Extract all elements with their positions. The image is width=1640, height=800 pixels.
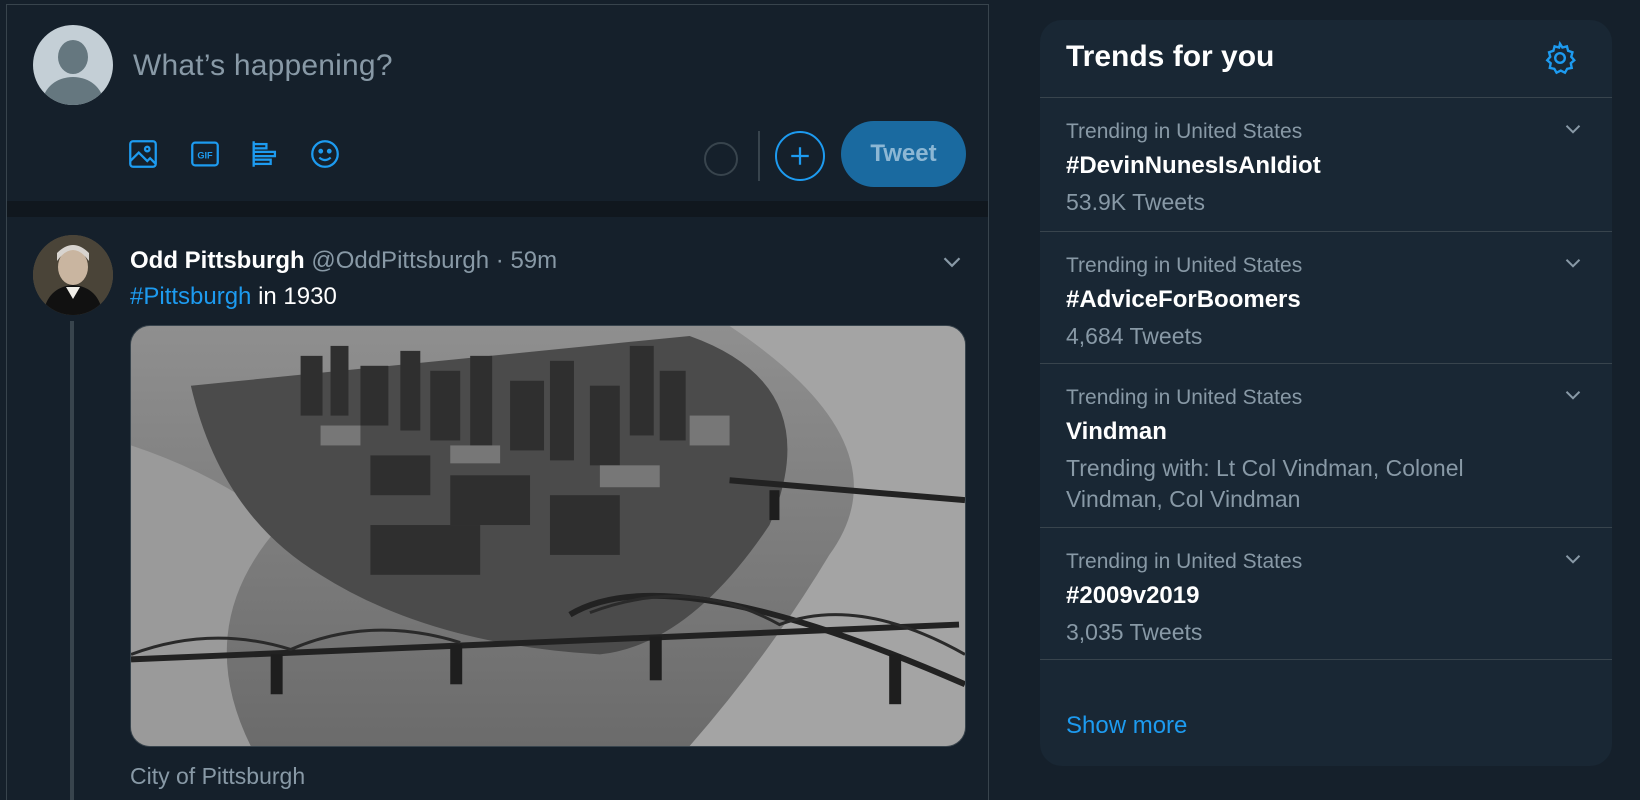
- trend-name[interactable]: Vindman: [1066, 418, 1167, 446]
- tweet-photo[interactable]: [130, 325, 966, 747]
- trend-tweet-count: 53.9K Tweets: [1066, 189, 1205, 215]
- chevron-down-icon[interactable]: [1560, 382, 1586, 408]
- add-thread-icon[interactable]: [775, 131, 825, 181]
- gear-icon[interactable]: [1542, 40, 1578, 76]
- poll-icon[interactable]: [247, 136, 283, 172]
- trend-name[interactable]: #AdviceForBoomers: [1066, 286, 1301, 314]
- tweet-card[interactable]: Odd Pittsburgh @OddPittsburgh · 59m #Pit…: [7, 217, 988, 800]
- timeline-column: What’s happening? GIF Tweet Odd Pittsbur…: [6, 4, 989, 800]
- trends-panel: Trends for you Trending in United States…: [1040, 20, 1612, 766]
- trend-item[interactable]: Trending in United States Vindman Trendi…: [1040, 364, 1612, 528]
- chevron-down-icon[interactable]: [1560, 250, 1586, 276]
- character-progress-ring: [704, 142, 738, 176]
- chevron-down-icon[interactable]: [1560, 546, 1586, 572]
- thread-line: [70, 321, 74, 800]
- trend-context: Trending in United States: [1066, 386, 1303, 409]
- author-handle-time[interactable]: @OddPittsburgh · 59m: [311, 247, 557, 274]
- trend-related-terms: Trending with: Lt Col Vindman, Colonel V…: [1066, 455, 1464, 512]
- section-separator: [7, 201, 988, 217]
- tweet-composer: What’s happening? GIF Tweet: [7, 5, 988, 201]
- trend-tweet-count: 4,684 Tweets: [1066, 323, 1203, 349]
- trend-context: Trending in United States: [1066, 550, 1303, 573]
- trend-item[interactable]: Trending in United States #AdviceForBoom…: [1040, 232, 1612, 364]
- hashtag-link[interactable]: #Pittsburgh: [130, 283, 251, 310]
- page: What’s happening? GIF Tweet Odd Pittsbur…: [0, 0, 1640, 800]
- author-avatar[interactable]: [33, 235, 113, 315]
- composer-divider: [758, 131, 760, 181]
- author-name[interactable]: Odd Pittsburgh: [130, 247, 305, 274]
- avatar-head-shape: [58, 40, 88, 74]
- compose-input[interactable]: What’s happening?: [133, 49, 393, 83]
- trend-name[interactable]: #DevinNunesIsAnIdiot: [1066, 152, 1321, 180]
- show-more-link[interactable]: Show more: [1066, 712, 1187, 740]
- gif-icon[interactable]: GIF: [187, 136, 223, 172]
- trends-title: Trends for you: [1066, 40, 1275, 73]
- user-avatar[interactable]: [33, 25, 113, 105]
- image-icon[interactable]: [125, 136, 161, 172]
- tweet-text-rest: in 1930: [251, 283, 337, 310]
- gif-icon-label: GIF: [197, 150, 213, 160]
- trend-context: Trending in United States: [1066, 120, 1303, 143]
- trend-item[interactable]: Trending in United States #2009v2019 3,0…: [1040, 528, 1612, 660]
- tweet-text: #Pittsburgh in 1930: [130, 283, 337, 311]
- avatar-body-shape: [43, 77, 103, 105]
- chevron-down-icon[interactable]: [1560, 116, 1586, 142]
- photo-source[interactable]: City of Pittsburgh: [130, 763, 305, 790]
- chevron-down-icon[interactable]: [937, 247, 967, 277]
- aerial-city-photo: [131, 326, 965, 746]
- trend-tweet-count: 3,035 Tweets: [1066, 619, 1203, 645]
- trend-item[interactable]: Trending in United States #DevinNunesIsA…: [1040, 98, 1612, 232]
- emoji-icon[interactable]: [307, 136, 343, 172]
- tweet-button[interactable]: Tweet: [841, 121, 966, 187]
- trend-name[interactable]: #2009v2019: [1066, 582, 1199, 610]
- trend-context: Trending in United States: [1066, 254, 1303, 277]
- trends-header: Trends for you: [1040, 20, 1612, 98]
- author-portrait-image: [33, 235, 113, 315]
- tweet-header: Odd Pittsburgh @OddPittsburgh · 59m: [130, 247, 557, 275]
